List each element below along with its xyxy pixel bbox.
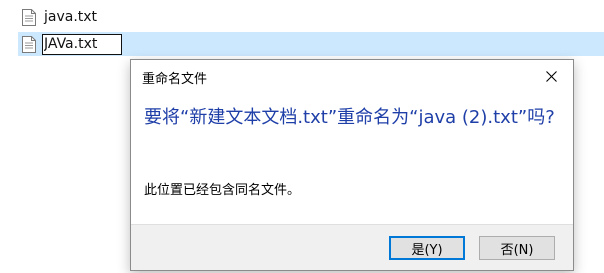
close-button[interactable] xyxy=(529,60,573,92)
file-item-renaming[interactable] xyxy=(18,32,604,56)
yes-button[interactable]: 是(Y) xyxy=(389,236,465,260)
dialog-footer: 是(Y) 否(N) xyxy=(131,224,573,270)
rename-confirm-dialog: 重命名文件 要将“新建文本文档.txt”重命名为“java (2).txt”吗?… xyxy=(130,59,574,271)
main-instruction: 要将“新建文本文档.txt”重命名为“java (2).txt”吗? xyxy=(144,107,555,128)
dialog-titlebar[interactable]: 重命名文件 xyxy=(131,60,573,92)
content-text: 此位置已经包含同名文件。 xyxy=(144,183,301,198)
rename-input[interactable] xyxy=(42,33,122,55)
text-file-icon xyxy=(22,35,36,53)
file-list: java.txt xyxy=(0,0,604,60)
no-button[interactable]: 否(N) xyxy=(479,236,555,260)
dialog-title: 重命名文件 xyxy=(142,72,208,87)
text-file-icon xyxy=(22,8,36,26)
close-icon xyxy=(545,70,557,82)
file-item-java-txt[interactable]: java.txt xyxy=(18,5,318,29)
file-name: java.txt xyxy=(44,9,98,25)
